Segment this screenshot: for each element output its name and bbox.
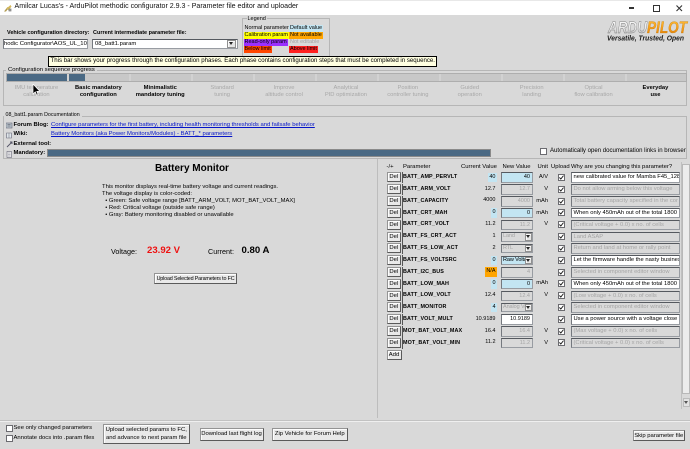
svg-text:Versatile, Trusted, Open: Versatile, Trusted, Open	[607, 34, 684, 43]
